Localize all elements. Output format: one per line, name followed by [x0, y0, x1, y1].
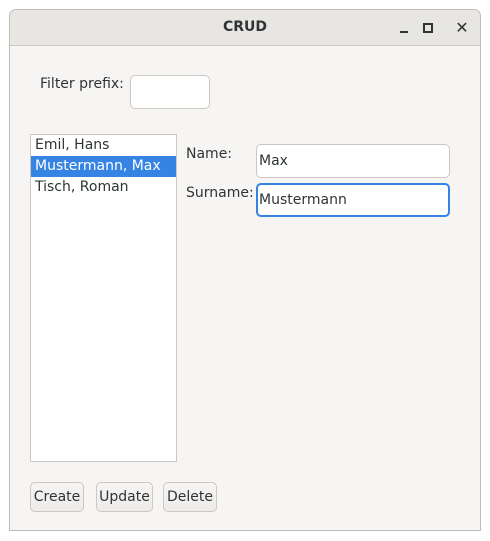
name-input[interactable] [256, 144, 450, 178]
person-list[interactable]: Emil, Hans Mustermann, Max Tisch, Roman [30, 134, 177, 462]
surname-input[interactable] [256, 183, 450, 217]
filter-prefix-label: Filter prefix: [40, 76, 124, 92]
maximize-icon [423, 23, 433, 33]
close-icon: ✕ [455, 18, 469, 37]
list-item[interactable]: Mustermann, Max [31, 156, 176, 177]
maximize-button[interactable] [416, 16, 440, 40]
crud-window: CRUD ✕ Filter prefix: Emil, Hans Musterm… [9, 9, 481, 531]
create-button[interactable]: Create [30, 482, 84, 512]
list-item[interactable]: Tisch, Roman [31, 177, 176, 198]
close-button[interactable]: ✕ [450, 16, 474, 40]
title-bar[interactable]: CRUD ✕ [10, 10, 480, 46]
list-item[interactable]: Emil, Hans [31, 135, 176, 156]
update-button[interactable]: Update [96, 482, 153, 512]
name-label: Name: [186, 146, 233, 162]
minimize-icon [400, 31, 408, 33]
delete-button[interactable]: Delete [163, 482, 217, 512]
minimize-button[interactable] [392, 16, 416, 40]
filter-prefix-input[interactable] [130, 75, 210, 109]
surname-label: Surname: [186, 185, 254, 201]
